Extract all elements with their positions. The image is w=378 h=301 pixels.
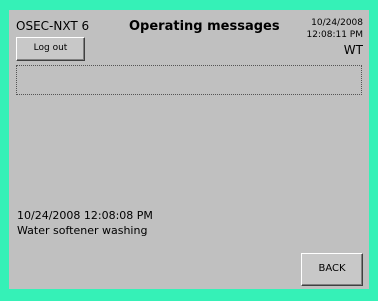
back-button[interactable]: BACK (301, 253, 363, 286)
message-text: Water softener washing (17, 224, 148, 237)
current-time: 12:08:11 PM (306, 30, 363, 40)
logout-button[interactable]: Log out (16, 37, 85, 61)
user-initials: WT (343, 43, 363, 57)
device-name: OSEC-NXT 6 (16, 19, 90, 33)
message-detail: 10/24/2008 12:08:08 PM Water softener wa… (17, 208, 153, 238)
message-timestamp: 10/24/2008 12:08:08 PM (17, 209, 153, 222)
page-title: Operating messages (129, 19, 280, 34)
current-date: 10/24/2008 (311, 18, 363, 28)
selected-message-row[interactable] (16, 65, 362, 95)
hmi-screen: OSEC-NXT 6 Operating messages 10/24/2008… (9, 10, 369, 289)
